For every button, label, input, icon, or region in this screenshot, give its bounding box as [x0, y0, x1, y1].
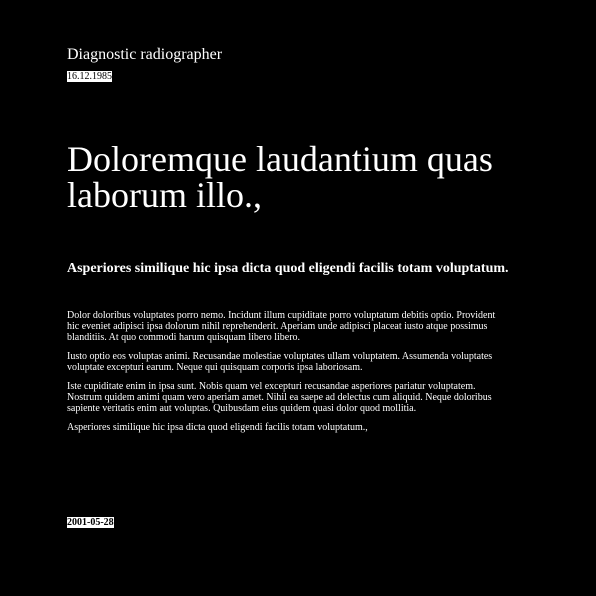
author-role: Diagnostic radiographer — [67, 46, 223, 63]
document-page: Diagnostic radiographer 16.12.1985 Dolor… — [0, 0, 596, 596]
article-headline: Doloremque laudantium quas laborum illo.… — [67, 139, 493, 215]
body-paragraph: Asperiores similique hic ipsa dicta quod… — [67, 422, 368, 433]
body-paragraph: Iste cupiditate enim in ipsa sunt. Nobis… — [67, 381, 492, 414]
body-paragraph: Iusto optio eos voluptas animi. Recusand… — [67, 351, 493, 373]
footer-date: 2001-05-28 — [67, 517, 114, 528]
body-paragraph: Dolor doloribus voluptates porro nemo. I… — [67, 310, 496, 343]
header-date: 16.12.1985 — [67, 71, 112, 82]
article-body: Dolor doloribus voluptates porro nemo. I… — [67, 310, 507, 441]
article-lead: Asperiores similique hic ipsa dicta quod… — [67, 261, 509, 276]
